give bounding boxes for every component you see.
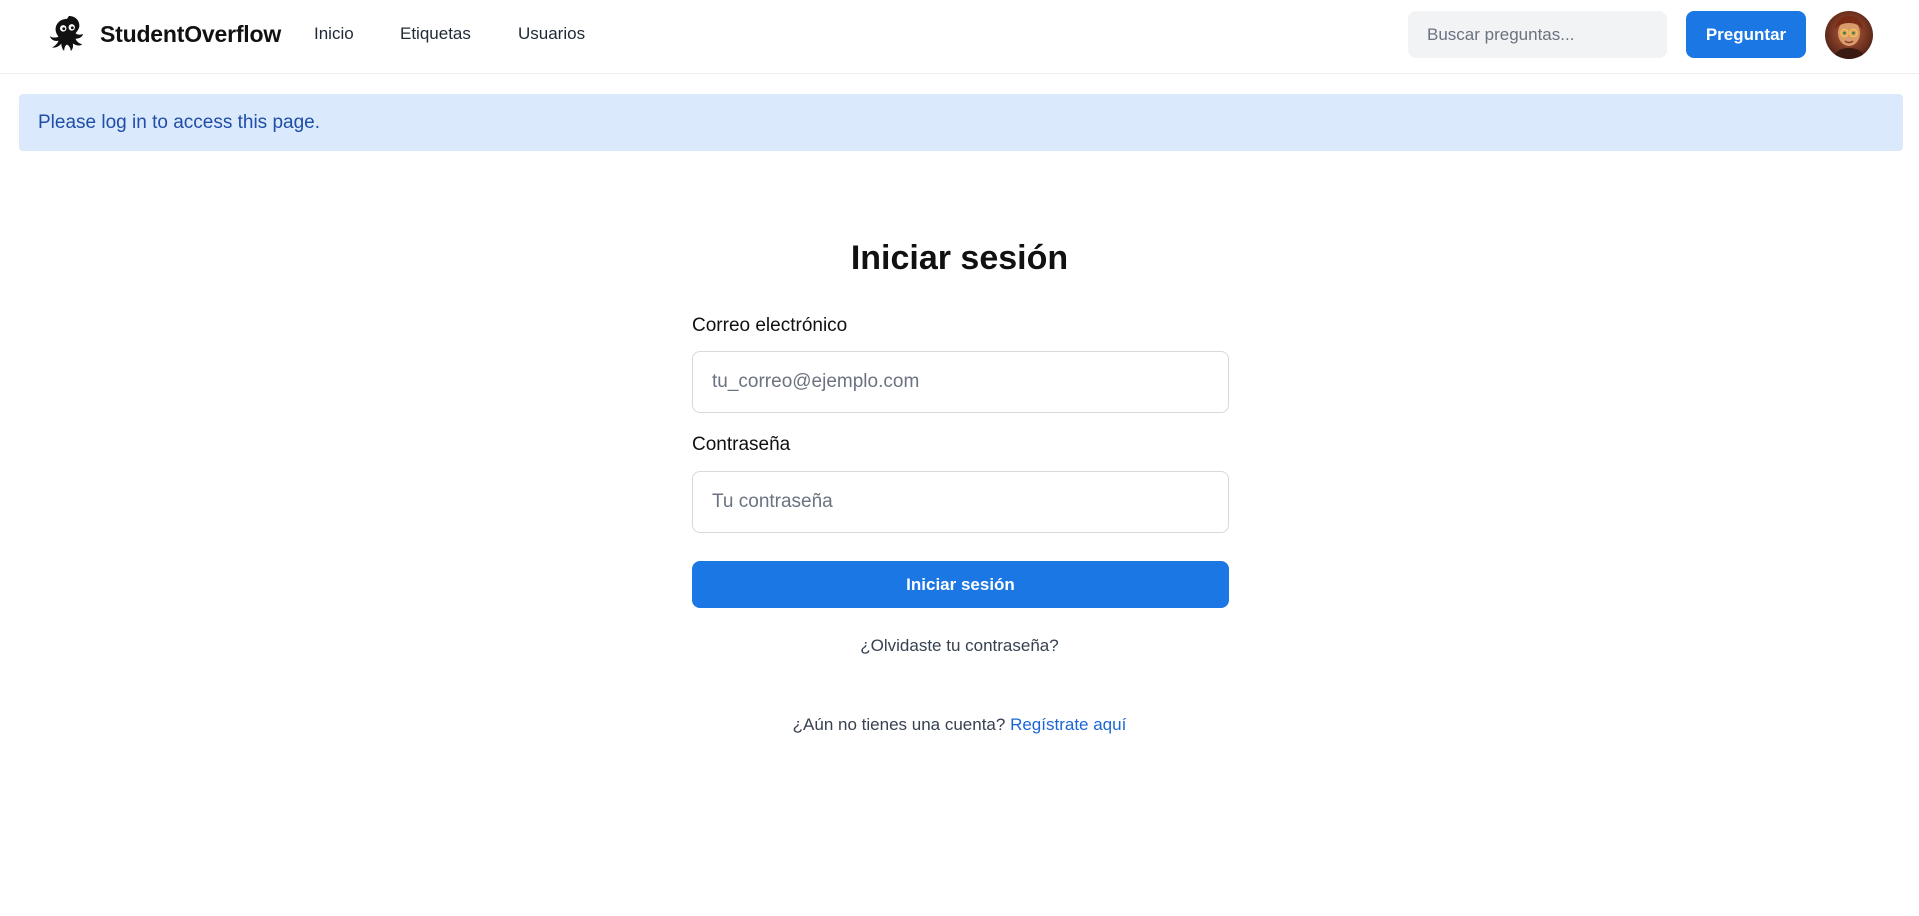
email-label: Correo electrónico (692, 315, 848, 336)
top-navbar: StudentOverflow Inicio Etiquetas Usuario… (0, 0, 1919, 74)
search-input[interactable] (1408, 11, 1667, 58)
password-field[interactable] (692, 471, 1229, 533)
login-submit-button[interactable]: Iniciar sesión (692, 561, 1229, 608)
login-required-alert: Please log in to access this page. (19, 94, 1903, 151)
nav-link-usuarios[interactable]: Usuarios (518, 24, 585, 44)
ask-question-button[interactable]: Preguntar (1686, 11, 1806, 58)
forgot-password-row: ¿Olvidaste tu contraseña? (0, 636, 1919, 656)
octopus-icon[interactable] (48, 16, 86, 54)
avatar-image (1825, 11, 1873, 59)
email-field[interactable] (692, 351, 1229, 413)
forgot-password-link[interactable]: ¿Olvidaste tu contraseña? (860, 636, 1058, 655)
user-avatar[interactable] (1825, 11, 1873, 59)
nav-link-inicio[interactable]: Inicio (314, 24, 354, 44)
register-link[interactable]: Regístrate aquí (1010, 715, 1126, 734)
page-title: Iniciar sesión (850, 239, 1069, 277)
register-prompt: ¿Aún no tienes una cuenta? (792, 715, 1006, 734)
brand-name[interactable]: StudentOverflow (100, 21, 281, 48)
nav-link-etiquetas[interactable]: Etiquetas (400, 24, 471, 44)
password-label: Contraseña (692, 434, 791, 455)
register-row: ¿Aún no tienes una cuenta? Regístrate aq… (0, 715, 1919, 735)
alert-message: Please log in to access this page. (38, 111, 321, 133)
